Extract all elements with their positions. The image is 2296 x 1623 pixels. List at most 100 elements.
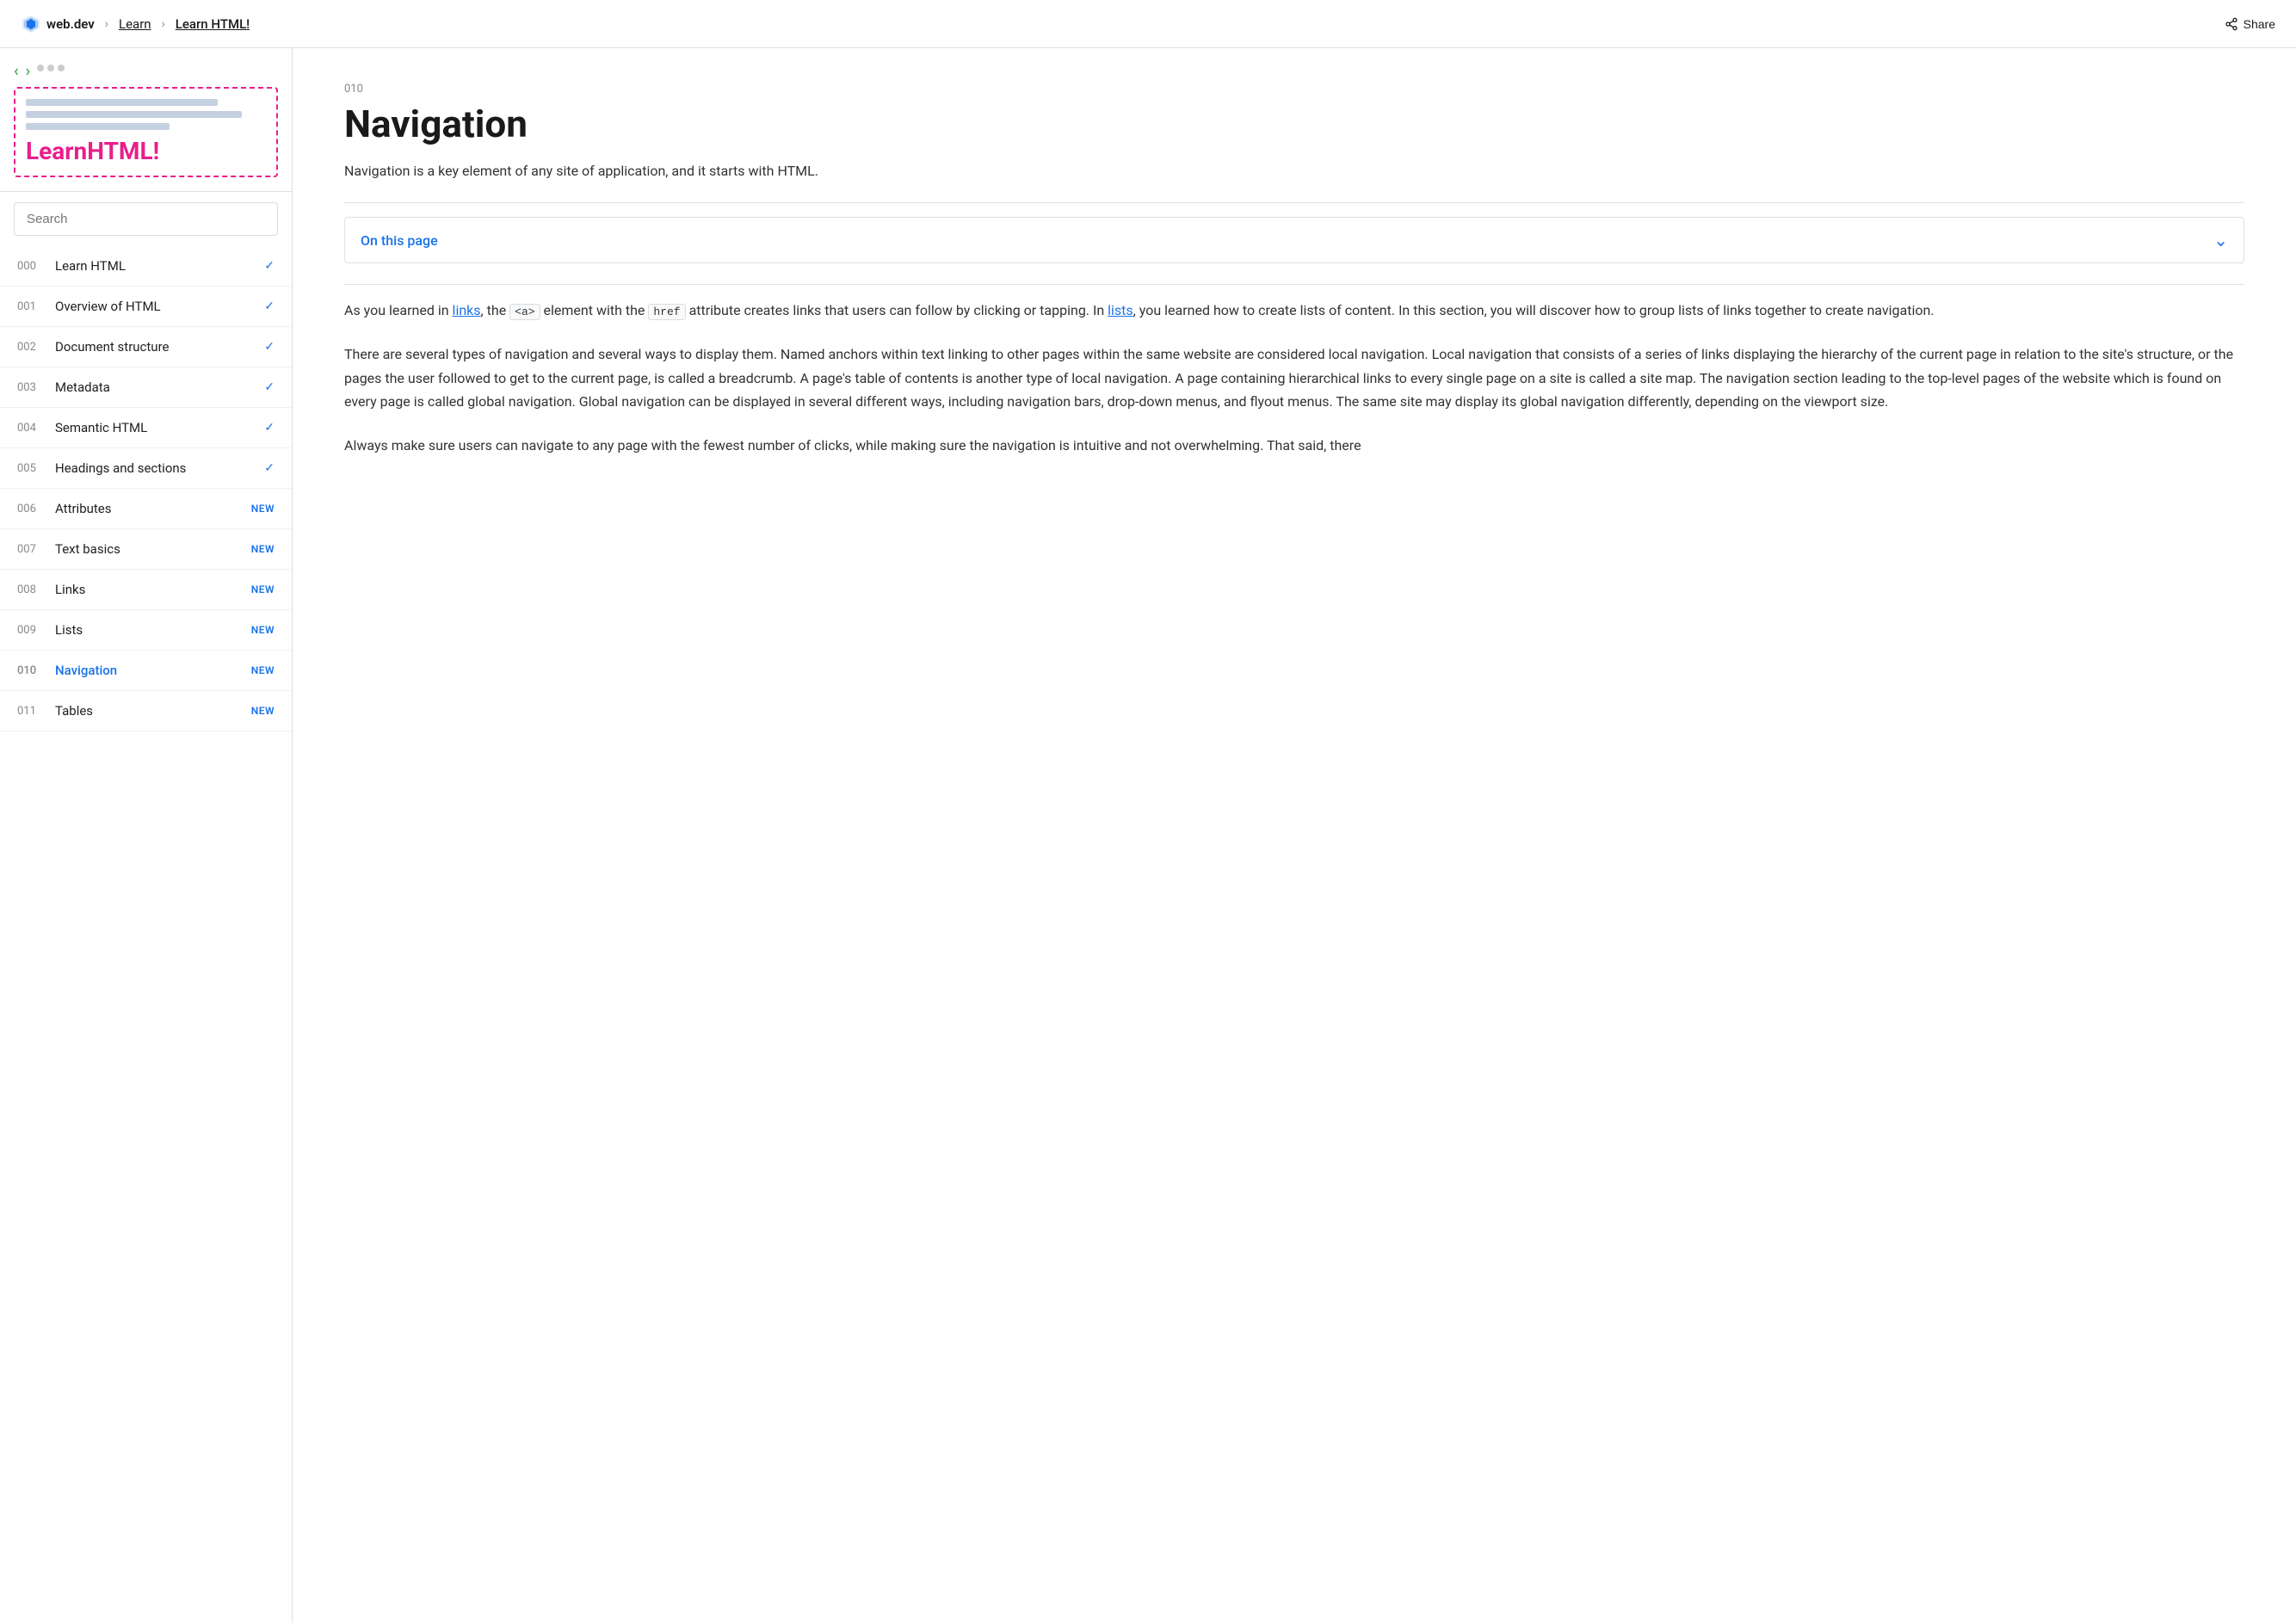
nav-item-check-002: ✓ — [264, 340, 275, 354]
breadcrumb-sep-1: › — [105, 17, 108, 31]
nav-item-000[interactable]: 000 Learn HTML ✓ — [0, 246, 292, 287]
nav-item-left-003: 003Metadata — [17, 380, 110, 395]
nav-item-label-004: Semantic HTML — [55, 420, 147, 435]
nav-forward-icon[interactable]: › — [26, 62, 30, 80]
breadcrumb-learn[interactable]: Learn — [119, 16, 151, 32]
nav-item-006[interactable]: 006 Attributes NEW — [0, 489, 292, 529]
window-dot-1 — [37, 65, 44, 71]
nav-item-004[interactable]: 004 Semantic HTML ✓ — [0, 408, 292, 448]
nav-item-001[interactable]: 001 Overview of HTML ✓ — [0, 287, 292, 327]
nav-item-left-009: 009Lists — [17, 622, 83, 638]
nav-item-num-010: 010 — [17, 664, 41, 677]
nav-item-new-badge-007: NEW — [251, 543, 275, 555]
nav-item-num-004: 004 — [17, 422, 41, 435]
nav-item-new-badge-006: NEW — [251, 503, 275, 515]
search-input-wrap — [14, 202, 278, 236]
window-dot-2 — [47, 65, 54, 71]
nav-item-label-006: Attributes — [55, 501, 112, 516]
nav-item-008[interactable]: 008LinksNEW — [0, 570, 292, 610]
nav-item-011[interactable]: 011 Tables NEW — [0, 691, 292, 731]
nav-item-new-badge-010: NEW — [251, 664, 275, 676]
nav-item-check-004: ✓ — [264, 421, 275, 435]
logo-preview-card: LearnHTML! — [14, 87, 278, 177]
divider-2 — [344, 284, 2244, 285]
nav-list: 000Learn HTML✓001Overview of HTML✓002Doc… — [0, 246, 292, 731]
main-content: 010 Navigation Navigation is a key eleme… — [293, 48, 2296, 1623]
nav-item-label-010: Navigation — [55, 663, 117, 678]
para3-text: Always make sure users can navigate to a… — [344, 437, 1361, 454]
breadcrumb-sep-2: › — [162, 17, 165, 31]
nav-item-002[interactable]: 002Document structure ✓ — [0, 327, 292, 367]
para1-code-href: href — [648, 304, 685, 320]
content-number: 010 — [344, 83, 2244, 96]
nav-item-num-001: 001 — [17, 300, 41, 313]
nav-item-num-009: 009 — [17, 624, 41, 637]
nav-item-label-005: Headings and sections — [55, 460, 186, 476]
nav-item-label-001: Overview of HTML — [55, 299, 161, 314]
search-input[interactable] — [14, 202, 278, 236]
nav-item-num-000: 000 — [17, 260, 41, 273]
nav-back-icon[interactable]: ‹ — [14, 62, 19, 80]
preview-line-2 — [26, 111, 242, 118]
para1-text-4: attribute creates links that users can f… — [686, 302, 1108, 318]
nav-item-num-006: 006 — [17, 503, 41, 515]
on-this-page-label: On this page — [361, 232, 438, 249]
nav-item-check-005: ✓ — [264, 461, 275, 475]
body-paragraph-3: Always make sure users can navigate to a… — [344, 434, 2244, 457]
content-subtitle: Navigation is a key element of any site … — [344, 160, 2244, 182]
nav-item-num-008: 008 — [17, 583, 41, 596]
preview-line-1 — [26, 99, 218, 106]
para1-code-a: <a> — [509, 304, 540, 320]
nav-item-left-008: 008 Links — [17, 582, 85, 597]
window-dot-3 — [58, 65, 65, 71]
nav-item-left-005: 005Headings and sections — [17, 460, 186, 476]
nav-item-007[interactable]: 007 Text basics NEW — [0, 529, 292, 570]
nav-item-check-000: ✓ — [264, 259, 275, 273]
nav-item-left-011: 011 Tables — [17, 703, 93, 719]
nav-item-label-007: Text basics — [55, 541, 120, 557]
on-this-page-toggle[interactable]: On this page ⌄ — [344, 217, 2244, 263]
sidebar-title-plain: Learn — [26, 137, 87, 165]
nav-item-left-010: 010 Navigation — [17, 663, 117, 678]
nav-item-009[interactable]: 009ListsNEW — [0, 610, 292, 651]
nav-item-left-006: 006 Attributes — [17, 501, 112, 516]
nav-item-left-002: 002Document structure — [17, 339, 169, 355]
nav-item-num-011: 011 — [17, 705, 41, 718]
body-paragraph-1: As you learned in links, the <a> element… — [344, 299, 2244, 322]
nav-item-label-011: Tables — [55, 703, 93, 719]
share-label: Share — [2244, 17, 2275, 31]
nav-item-num-007: 007 — [17, 543, 41, 556]
nav-item-003[interactable]: 003Metadata ✓ — [0, 367, 292, 408]
chevron-down-icon: ⌄ — [2213, 230, 2228, 250]
nav-item-check-003: ✓ — [264, 380, 275, 394]
nav-item-label-002: Document structure — [55, 339, 169, 355]
breadcrumb: web.dev › Learn › Learn HTML! — [21, 14, 250, 34]
nav-item-check-001: ✓ — [264, 299, 275, 313]
para1-text-3: element with the — [540, 302, 649, 318]
sidebar-logo-area: ‹ › LearnHTML! — [0, 48, 292, 192]
nav-item-label-003: Metadata — [55, 380, 110, 395]
nav-item-label-000: Learn HTML — [55, 258, 126, 274]
para1-link-links[interactable]: links — [453, 302, 481, 318]
top-navigation: web.dev › Learn › Learn HTML! Share — [0, 0, 2296, 48]
window-chrome — [37, 65, 65, 71]
sidebar-title: LearnHTML! — [26, 137, 266, 165]
nav-item-left-001: 001 Overview of HTML — [17, 299, 161, 314]
para1-text-1: As you learned in — [344, 302, 453, 318]
logo-text: web.dev — [46, 16, 95, 32]
breadcrumb-learn-html[interactable]: Learn HTML! — [176, 16, 250, 32]
para1-link-lists[interactable]: lists — [1108, 302, 1133, 318]
nav-item-new-badge-011: NEW — [251, 705, 275, 717]
webdev-logo[interactable]: web.dev — [21, 14, 95, 34]
nav-item-left-000: 000 Learn HTML — [17, 258, 126, 274]
divider-1 — [344, 202, 2244, 203]
nav-item-005[interactable]: 005Headings and sections ✓ — [0, 448, 292, 489]
nav-item-010[interactable]: 010 Navigation NEW — [0, 651, 292, 691]
share-button[interactable]: Share — [2225, 17, 2275, 31]
para1-text-2: , the — [481, 302, 510, 318]
body-paragraph-2: There are several types of navigation an… — [344, 342, 2244, 413]
sidebar-title-colored: HTML! — [87, 137, 159, 165]
webdev-logo-icon — [21, 14, 41, 34]
nav-item-label-008: Links — [55, 582, 85, 597]
search-container — [0, 192, 292, 246]
